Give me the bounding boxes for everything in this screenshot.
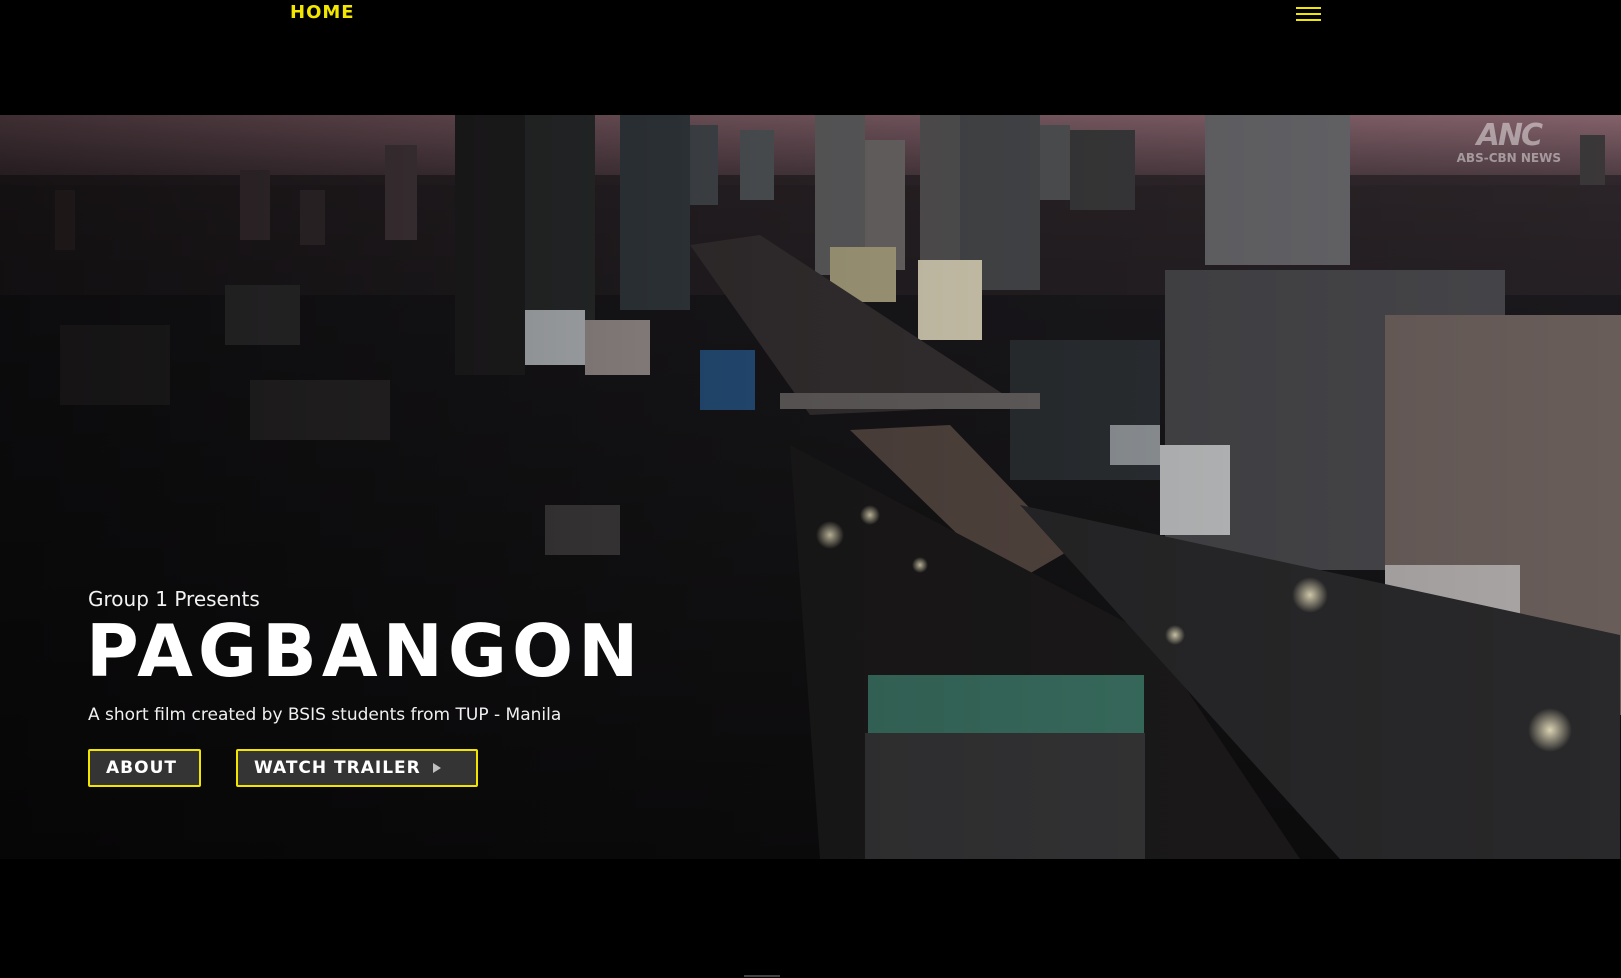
watermark-text: ANC bbox=[1476, 118, 1543, 153]
news-watermark-logo: ANC ABS-CBN NEWS bbox=[1457, 119, 1561, 165]
hero-title: PAGBANGON bbox=[86, 609, 644, 693]
nav-home-link[interactable]: HOME bbox=[290, 2, 355, 23]
play-icon bbox=[432, 763, 441, 773]
hero-tagline: A short film created by BSIS students fr… bbox=[88, 705, 562, 725]
hero-section: ANC ABS-CBN NEWS Group 1 Presents PAGBAN… bbox=[0, 115, 1621, 859]
hero-darken-overlay bbox=[0, 115, 1621, 859]
watch-trailer-button[interactable]: WATCH TRAILER bbox=[236, 749, 478, 787]
about-button-label: ABOUT bbox=[106, 758, 177, 778]
top-navigation-bar: HOME bbox=[0, 0, 1621, 115]
hero-presenter-text: Group 1 Presents bbox=[88, 587, 260, 611]
watch-trailer-label: WATCH TRAILER bbox=[254, 758, 421, 778]
watermark-subtext: ABS-CBN NEWS bbox=[1456, 151, 1561, 165]
scroll-indicator[interactable] bbox=[744, 975, 780, 977]
hamburger-menu-icon[interactable] bbox=[1296, 6, 1322, 24]
about-button[interactable]: ABOUT bbox=[88, 749, 201, 787]
